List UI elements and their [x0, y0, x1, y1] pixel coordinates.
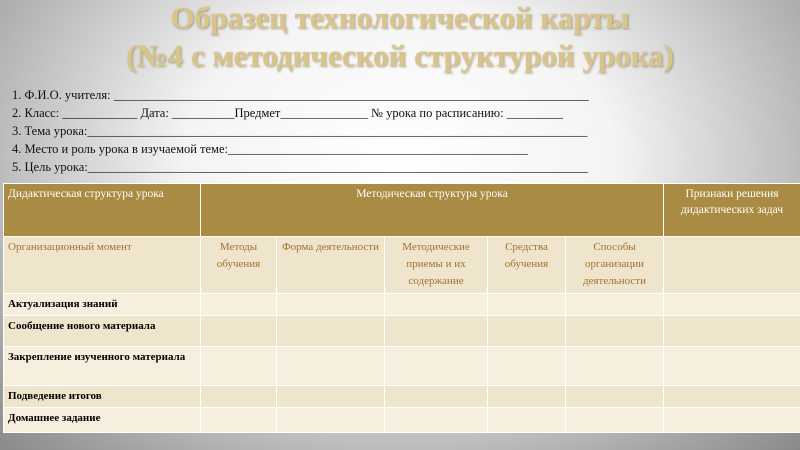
field-teacher-name: 1. Ф.И.О. учителя: _____________________…: [12, 88, 589, 102]
subheader-teaching-methods: Методы обучения: [200, 236, 277, 294]
table-cell-empty: [487, 315, 566, 347]
field-lesson-place: 4. Место и роль урока в изучаемой теме:_…: [12, 142, 528, 156]
table-cell-empty: [663, 293, 800, 316]
subheader-organization-methods: Способы организации деятельности: [565, 236, 664, 294]
table-cell-empty: [276, 407, 385, 433]
table-cell-empty: [565, 346, 664, 386]
table-cell-empty: [487, 385, 566, 408]
table-cell-empty: [384, 346, 488, 386]
table-cell-empty: [276, 293, 385, 316]
table-cell-empty: [663, 236, 800, 294]
page-title-line-1: Образец технологической карты: [170, 0, 630, 35]
table-row: Подведение итогов: [3, 385, 800, 408]
field-lesson-topic: 3. Тема урока:__________________________…: [12, 124, 588, 138]
subheader-activity-form: Форма деятельности: [276, 236, 385, 294]
table-cell-empty: [200, 407, 277, 433]
row-label: Закрепление изученного материала: [3, 346, 201, 386]
field-lesson-goal: 5. Цель урока:__________________________…: [12, 160, 588, 174]
table-cell-empty: [487, 407, 566, 433]
table-header-row: Дидактическая структура урока Методическ…: [3, 183, 800, 237]
table-cell-empty: [487, 293, 566, 316]
table-cell-empty: [384, 293, 488, 316]
row-label: Подведение итогов: [3, 385, 201, 408]
table-cell-empty: [565, 385, 664, 408]
table-cell-empty: [200, 315, 277, 347]
table-cell-empty: [276, 346, 385, 386]
table-cell-empty: [663, 407, 800, 433]
subheader-teaching-aids: Средства обучения: [487, 236, 566, 294]
table-row: Домашнее задание: [3, 407, 800, 433]
table-subheader-row: Организационный момент Методы обучения Ф…: [3, 236, 800, 294]
table-cell-empty: [384, 407, 488, 433]
table-cell-empty: [276, 315, 385, 347]
table-cell-empty: [487, 346, 566, 386]
header-didactic-structure: Дидактическая структура урока: [3, 183, 201, 237]
technology-map-table: Дидактическая структура урока Методическ…: [3, 183, 800, 433]
table-cell-empty: [200, 385, 277, 408]
table-cell-empty: [200, 346, 277, 386]
table-cell-empty: [565, 407, 664, 433]
table-cell-empty: [200, 293, 277, 316]
table-cell-empty: [565, 315, 664, 347]
row-label: Сообщение нового материала: [3, 315, 201, 347]
row-label-org-moment: Организационный момент: [3, 236, 201, 294]
page-title-line-2: (№4 с методической структурой урока): [126, 38, 674, 73]
form-fields: 1. Ф.И.О. учителя: _____________________…: [12, 86, 792, 176]
row-label: Домашнее задание: [3, 407, 201, 433]
table-cell-empty: [565, 293, 664, 316]
field-class-date-subject: 2. Класс: ____________ Дата: __________П…: [12, 106, 563, 120]
table-cell-empty: [663, 315, 800, 347]
table-row: Актуализация знаний: [3, 293, 800, 316]
header-methodical-structure: Методическая структура урока: [200, 183, 664, 237]
row-label: Актуализация знаний: [3, 293, 201, 316]
subheader-methodical-techniques: Методические приемы и их содержание: [384, 236, 488, 294]
table-cell-empty: [384, 315, 488, 347]
table-cell-empty: [663, 385, 800, 408]
table-row: Сообщение нового материала: [3, 315, 800, 347]
table-cell-empty: [663, 346, 800, 386]
table-cell-empty: [384, 385, 488, 408]
table-row: Закрепление изученного материала: [3, 346, 800, 386]
table-cell-empty: [276, 385, 385, 408]
header-signs-of-solution: Признаки решения дидактических задач: [663, 183, 800, 237]
